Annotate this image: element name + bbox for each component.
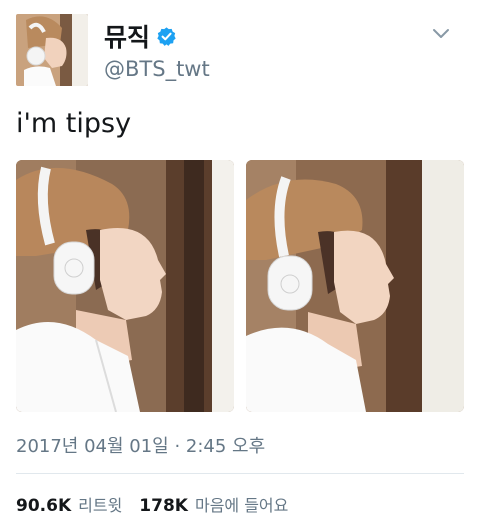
media-photo-1[interactable] <box>16 160 234 412</box>
verified-badge-icon <box>157 26 176 46</box>
photo-image <box>16 160 234 412</box>
likes-stat[interactable]: 178K 마음에 들어요 <box>139 492 288 516</box>
retweets-label: 리트윗 <box>78 496 123 515</box>
avatar-image <box>16 14 88 86</box>
tweet-text: i'm tipsy <box>16 108 132 139</box>
author-display-name[interactable]: 뮤직 <box>104 18 150 54</box>
photo-image <box>246 160 464 412</box>
retweets-stat[interactable]: 90.6K 리트윗 <box>16 492 122 516</box>
author-name-row[interactable]: 뮤직 <box>104 20 177 52</box>
avatar[interactable] <box>16 14 88 86</box>
tweet-timestamp[interactable]: 2017년 04월 01일 · 2:45 오후 <box>16 432 265 458</box>
media-photo-2[interactable] <box>246 160 464 412</box>
tweet-stats: 90.6K 리트윗 178K 마음에 들어요 <box>16 492 288 516</box>
likes-count: 178K <box>139 496 188 516</box>
divider <box>16 473 464 474</box>
author-handle[interactable]: @BTS_twt <box>104 57 210 81</box>
chevron-down-icon[interactable] <box>432 28 450 40</box>
likes-label: 마음에 들어요 <box>194 496 289 515</box>
retweets-count: 90.6K <box>16 496 72 516</box>
